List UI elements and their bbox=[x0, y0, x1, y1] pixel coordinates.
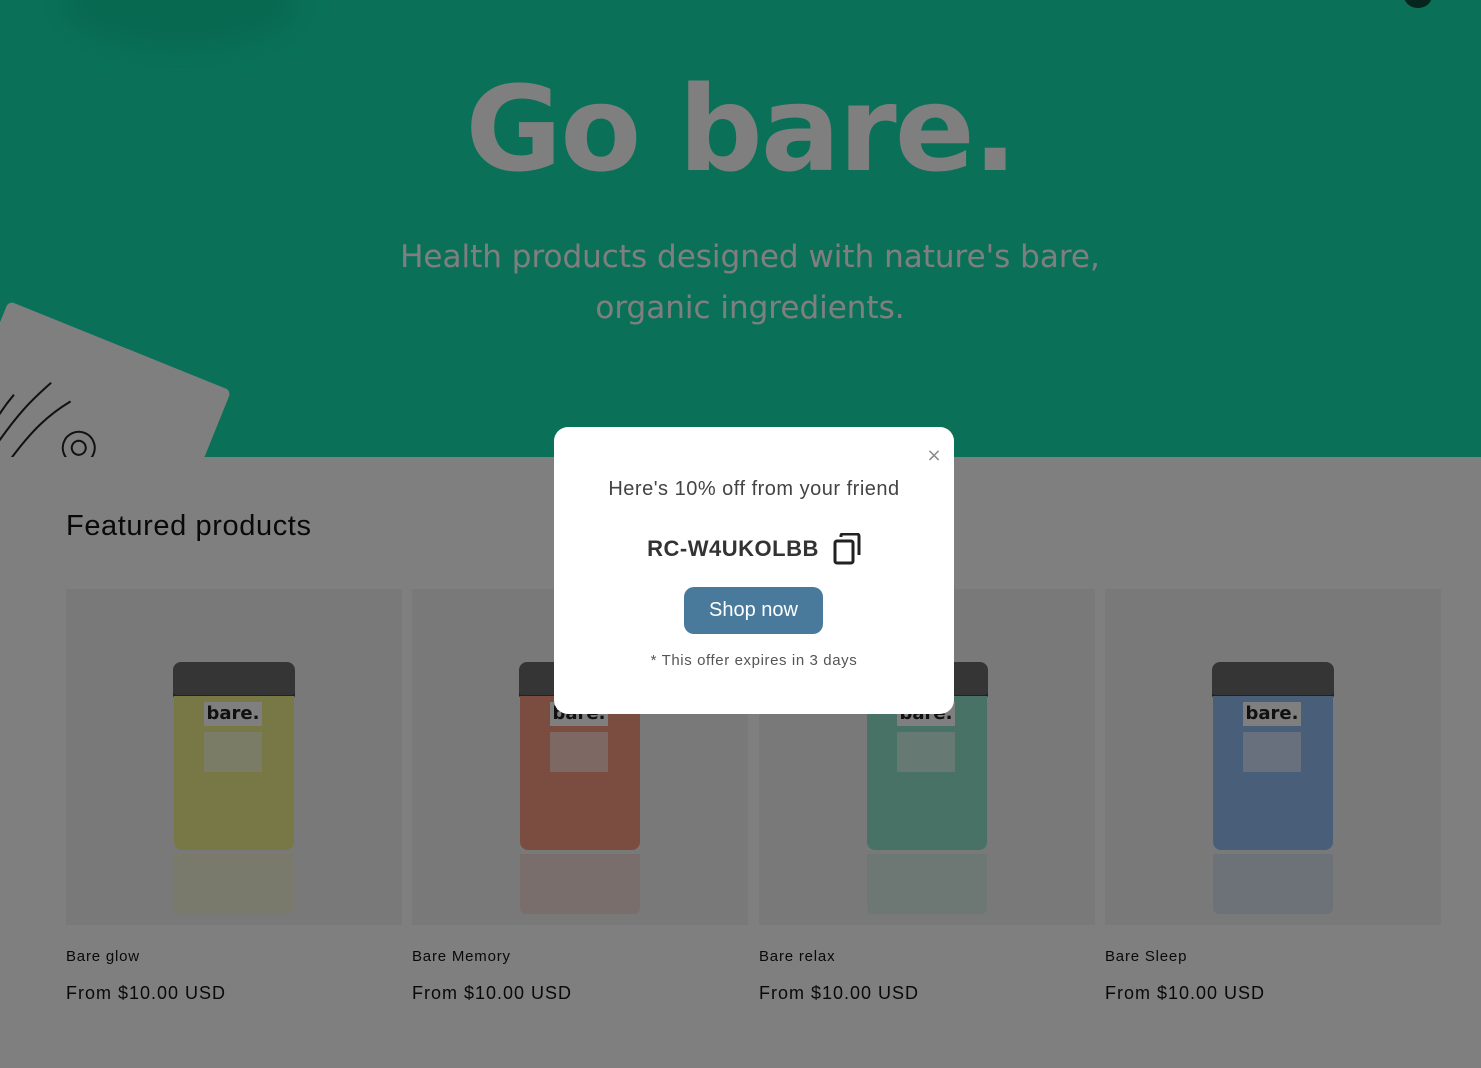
discount-code[interactable]: RC-W4UKOLBB bbox=[647, 536, 819, 562]
close-icon[interactable]: × bbox=[923, 445, 945, 467]
offer-expiry-note: * This offer expires in 3 days bbox=[650, 652, 858, 669]
referral-popup: × Here's 10% off from your friend RC-W4U… bbox=[554, 427, 954, 714]
shop-now-button[interactable]: Shop now bbox=[684, 587, 823, 634]
discount-code-row: RC-W4UKOLBB bbox=[554, 531, 954, 567]
popup-heading: Here's 10% off from your friend bbox=[608, 478, 900, 500]
copy-icon[interactable] bbox=[833, 533, 861, 565]
